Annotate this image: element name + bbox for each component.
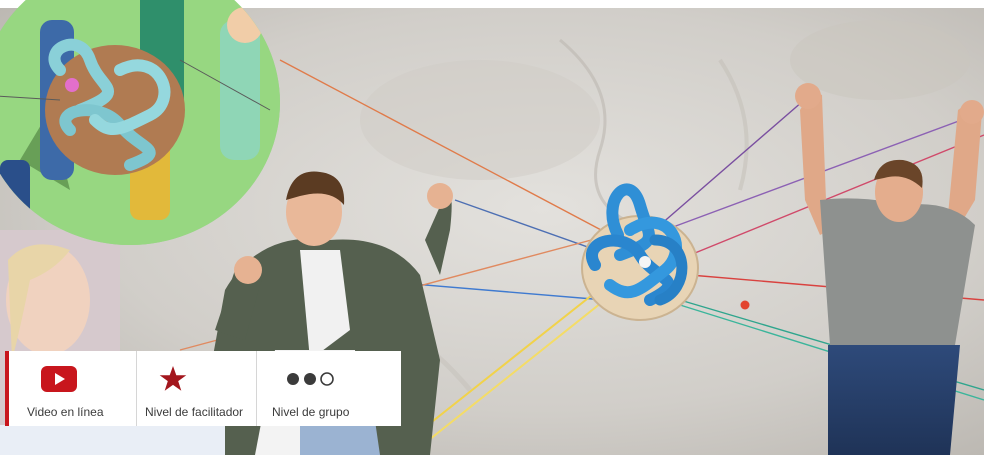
group-level-item: Nivel de grupo <box>257 351 401 426</box>
youtube-play-icon <box>41 366 77 392</box>
facilitator-level-label: Nivel de facilitador <box>145 405 244 419</box>
level-dot-filled <box>287 373 299 385</box>
facilitator-level-item: Nivel de facilitador <box>137 351 257 426</box>
red-ball <box>740 300 750 310</box>
hero-banner: Video en línea Nivel de facilitador Nive… <box>0 0 984 455</box>
illustrated-toy <box>45 38 185 175</box>
level-dot-empty <box>320 372 334 386</box>
group-level-label: Nivel de grupo <box>272 405 350 419</box>
info-strip: Video en línea Nivel de facilitador Nive… <box>5 351 401 426</box>
level-dot-filled <box>304 373 316 385</box>
video-online-label: Video en línea <box>27 405 104 419</box>
star-icon <box>159 366 187 391</box>
video-online-item[interactable]: Video en línea <box>9 351 137 426</box>
dots-level-icon <box>287 372 334 386</box>
